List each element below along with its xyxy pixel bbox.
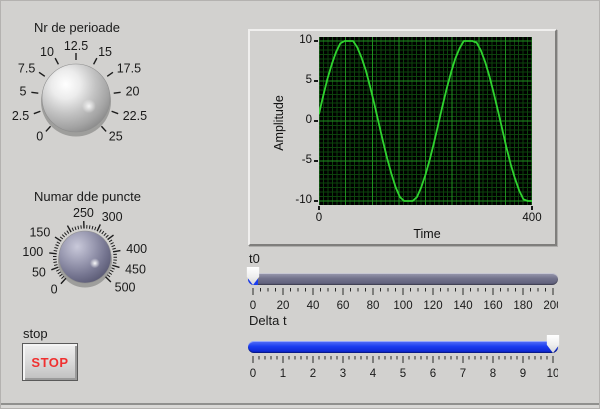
svg-text:120: 120 <box>423 300 442 312</box>
svg-text:10: 10 <box>547 368 558 380</box>
svg-text:250: 250 <box>73 206 94 220</box>
waveform-chart-plot <box>319 37 532 205</box>
svg-text:200: 200 <box>543 300 558 312</box>
y-tick-label: -5 <box>301 154 312 166</box>
svg-text:8: 8 <box>490 368 496 380</box>
x-axis-title: Time <box>413 227 441 241</box>
svg-text:4: 4 <box>370 368 377 380</box>
svg-text:0: 0 <box>51 283 58 297</box>
svg-text:5: 5 <box>19 84 26 98</box>
y-tick-label: 10 <box>299 34 312 46</box>
y-tick-label: 5 <box>305 74 312 86</box>
svg-text:3: 3 <box>340 368 346 380</box>
svg-text:22.5: 22.5 <box>123 109 147 123</box>
svg-text:25: 25 <box>109 130 123 144</box>
svg-text:17.5: 17.5 <box>117 61 141 75</box>
svg-text:2.5: 2.5 <box>12 109 29 123</box>
svg-text:140: 140 <box>453 300 472 312</box>
svg-text:450: 450 <box>125 263 146 277</box>
stop-label: stop <box>23 326 48 341</box>
labview-front-panel: Nr de perioade 0 2.5 5 7.5 10 12.5 15 17.5 20 22.… <box>0 0 600 409</box>
slider-t0-scale: 0 20 40 60 80 100 120 140 160 180 200 <box>250 288 558 312</box>
waveform-chart: Amplitude Time 10 5 0 -5 -10 0 400 <box>248 29 557 246</box>
svg-text:15: 15 <box>98 45 112 59</box>
svg-text:20: 20 <box>126 84 140 98</box>
y-tick-label: -10 <box>295 194 312 206</box>
svg-text:160: 160 <box>483 300 502 312</box>
svg-text:7: 7 <box>460 368 466 380</box>
svg-text:50: 50 <box>32 266 46 280</box>
svg-text:0: 0 <box>250 300 256 312</box>
panel-bottom-strip <box>1 405 599 408</box>
svg-text:100: 100 <box>393 300 412 312</box>
slider-delta-label: Delta t <box>249 313 287 328</box>
svg-text:100: 100 <box>22 245 43 259</box>
y-tick-label: 0 <box>305 114 312 126</box>
svg-text:9: 9 <box>520 368 526 380</box>
svg-text:400: 400 <box>126 242 147 256</box>
svg-text:20: 20 <box>277 300 290 312</box>
svg-text:12.5: 12.5 <box>64 39 88 53</box>
x-tick-label: 0 <box>315 212 323 224</box>
svg-text:0: 0 <box>250 368 256 380</box>
svg-text:2: 2 <box>310 368 316 380</box>
svg-text:1: 1 <box>280 368 286 380</box>
knob-points[interactable]: 0 50 100 150 250 300 400 450 500 <box>1 187 169 327</box>
x-tick-label: 400 <box>522 212 542 224</box>
slider-delta-track[interactable] <box>248 341 558 353</box>
svg-text:150: 150 <box>29 226 50 240</box>
knob-periods[interactable]: 0 2.5 5 7.5 10 12.5 15 17.5 20 22.525 <box>1 18 166 178</box>
svg-text:6: 6 <box>430 368 436 380</box>
svg-text:40: 40 <box>307 300 320 312</box>
stop-button-text: STOP <box>31 354 69 370</box>
slider-t0-label: t0 <box>249 251 260 266</box>
svg-text:300: 300 <box>102 210 123 224</box>
svg-text:500: 500 <box>115 281 136 295</box>
slider-t0-track[interactable] <box>248 273 558 285</box>
svg-text:5: 5 <box>400 368 406 380</box>
svg-text:7.5: 7.5 <box>18 61 35 75</box>
svg-text:60: 60 <box>337 300 350 312</box>
slider-delta-scale: 0 1 2 3 4 5 6 7 8 9 10 <box>250 356 558 380</box>
svg-text:0: 0 <box>36 130 43 144</box>
stop-button[interactable]: STOP <box>22 343 78 381</box>
svg-text:80: 80 <box>367 300 380 312</box>
svg-text:10: 10 <box>40 45 54 59</box>
svg-text:180: 180 <box>513 300 532 312</box>
